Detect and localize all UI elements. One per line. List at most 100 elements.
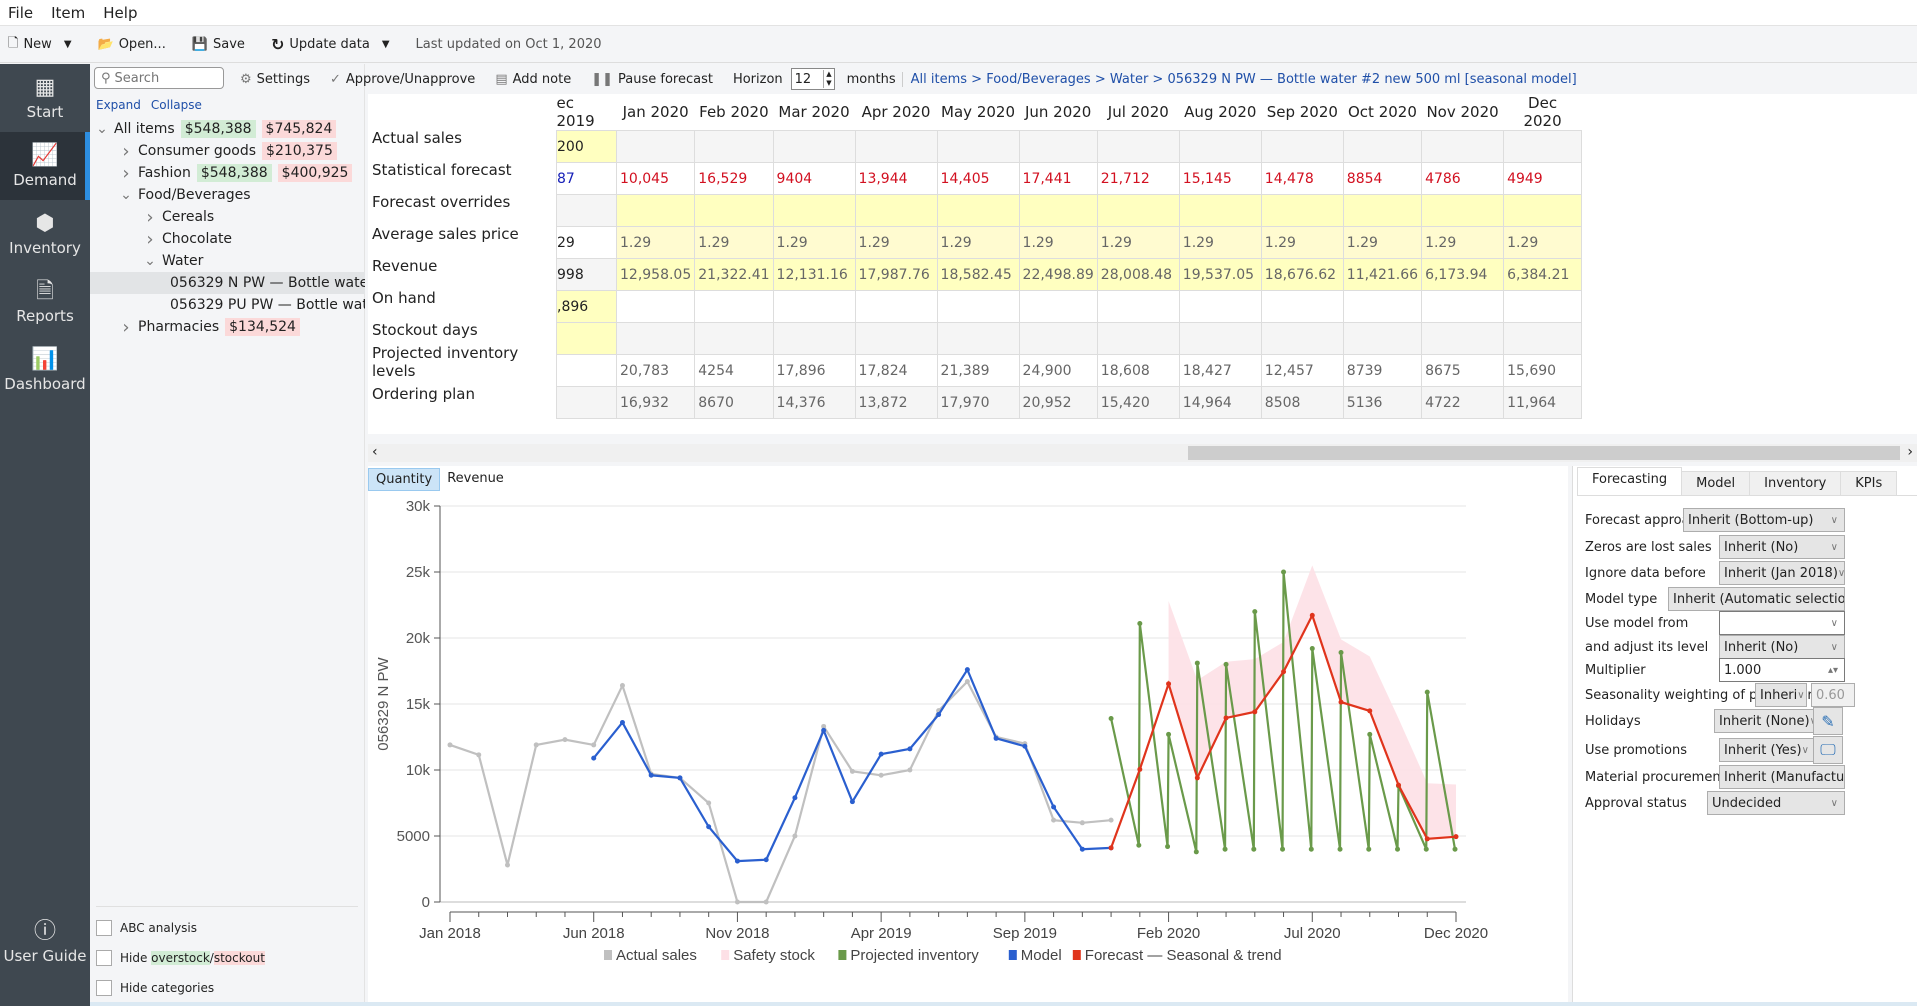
approve-button[interactable]: ✓ Approve/Unapprove <box>330 72 475 87</box>
table-cell[interactable]: 5136 <box>1342 386 1423 419</box>
tree-row[interactable]: › Pharmacies $134,524 <box>90 316 365 338</box>
table-cell[interactable]: 1.29 <box>936 226 1020 259</box>
table-cell[interactable] <box>854 322 938 355</box>
table-cell[interactable] <box>1178 322 1262 355</box>
chevron-down-icon[interactable]: ∨ <box>1831 618 1844 629</box>
table-cell[interactable] <box>694 130 774 163</box>
promotions-button[interactable]: 🖵 <box>1813 736 1843 764</box>
table-cell[interactable]: 13,944 <box>854 162 938 195</box>
checkbox[interactable] <box>96 980 112 996</box>
setting-dropdown[interactable]: Inherit (Automatic selection)∨ <box>1668 587 1845 611</box>
search-box[interactable]: ⚲ <box>94 67 224 89</box>
table-cell[interactable]: 4254 <box>694 354 774 387</box>
table-cell[interactable]: 1.29 <box>694 226 774 259</box>
setting-dropdown[interactable]: Inherit (Yes) ∨ <box>1719 738 1815 762</box>
table-cell[interactable] <box>1178 290 1262 323</box>
setting-dropdown[interactable]: Inherit (No) ∨ <box>1719 635 1845 659</box>
hide-overstock-stockout-checkbox[interactable]: Hide overstock/stockout <box>96 943 358 973</box>
setting-dropdown[interactable]: Inheri ∨ <box>1755 683 1807 707</box>
nav-dashboard[interactable]: 📊 Dashboard <box>0 336 90 404</box>
tab-model[interactable]: Model <box>1681 471 1751 495</box>
table-cell[interactable] <box>772 194 856 227</box>
table-cell[interactable] <box>1178 194 1262 227</box>
table-cell[interactable] <box>694 194 774 227</box>
table-cell[interactable]: 6,384.21 <box>1503 258 1583 291</box>
edit-holidays-button[interactable]: ✎ <box>1813 707 1843 735</box>
chevron-down-icon[interactable]: ∨ <box>1831 515 1844 526</box>
table-cell[interactable]: 14,405 <box>936 162 1020 195</box>
table-cell[interactable] <box>1503 290 1583 323</box>
table-cell[interactable]: 12,131.16 <box>772 258 856 291</box>
new-button[interactable]: 🗋 New <box>8 34 52 56</box>
tab-inventory[interactable]: Inventory <box>1749 471 1842 495</box>
horizon-spinner[interactable]: 12 ▲ ▼ <box>790 68 835 90</box>
update-data-button[interactable]: ↻ Update data <box>271 35 370 54</box>
table-cell[interactable] <box>1421 290 1505 323</box>
chevron-right-icon[interactable]: › <box>142 207 158 228</box>
seasonality-weight-input[interactable]: 0.60 <box>1811 683 1855 707</box>
table-cell[interactable] <box>1096 290 1180 323</box>
chevron-right-icon[interactable]: › <box>118 141 134 162</box>
table-cell[interactable]: 15,420 <box>1096 386 1180 419</box>
open-button[interactable]: 📂 Open... <box>98 37 166 52</box>
chevron-down-icon[interactable]: ∨ <box>1797 690 1806 701</box>
breadcrumb-item[interactable]: Food/Beverages <box>986 72 1091 87</box>
menu-item[interactable]: Item <box>51 4 85 22</box>
search-input[interactable] <box>114 70 215 86</box>
nav-reports[interactable]: 🗎 Reports <box>0 268 90 336</box>
table-cell[interactable]: 8670 <box>694 386 774 419</box>
table-cell[interactable]: 11,421.66 <box>1342 258 1423 291</box>
table-cell[interactable] <box>1342 290 1423 323</box>
breadcrumb-item[interactable]: Water <box>1110 72 1148 87</box>
table-cell[interactable] <box>936 290 1020 323</box>
table-cell[interactable]: 1.29 <box>1096 226 1180 259</box>
multiplier-input[interactable]: 1.000 ▴▾ <box>1719 658 1845 682</box>
tab-kpis[interactable]: KPIs <box>1840 471 1898 495</box>
update-dropdown-icon[interactable]: ▼ <box>382 39 390 50</box>
setting-dropdown[interactable]: Undecided ∨ <box>1707 791 1845 815</box>
table-cell[interactable] <box>1260 130 1344 163</box>
setting-dropdown[interactable]: Inherit (Manufacture)∨ <box>1719 765 1845 789</box>
hide-categories-checkbox[interactable]: Hide categories <box>96 973 358 1003</box>
table-cell[interactable] <box>1178 130 1262 163</box>
setting-dropdown[interactable]: ∨ <box>1719 611 1845 635</box>
tree-row[interactable]: › Consumer goods $210,375 <box>90 140 365 162</box>
table-cell[interactable]: 1.29 <box>615 226 696 259</box>
nav-start[interactable]: ▦ Start <box>0 64 90 132</box>
table-cell[interactable]: 28,008.48 <box>1096 258 1180 291</box>
table-cell[interactable]: 1.29 <box>1018 226 1098 259</box>
table-cell[interactable]: 14,478 <box>1260 162 1344 195</box>
table-cell[interactable]: 998 <box>556 258 617 291</box>
table-cell[interactable] <box>615 130 696 163</box>
table-cell[interactable] <box>1260 322 1344 355</box>
table-cell[interactable]: 1.29 <box>854 226 938 259</box>
table-cell[interactable]: 1.29 <box>1342 226 1423 259</box>
table-cell[interactable] <box>1421 322 1505 355</box>
table-cell[interactable]: 8854 <box>1342 162 1423 195</box>
expand-link[interactable]: Expand <box>96 98 141 112</box>
table-cell[interactable]: 12,958.05 <box>615 258 696 291</box>
table-cell[interactable] <box>615 290 696 323</box>
setting-dropdown[interactable]: Inherit (No) ∨ <box>1719 535 1845 559</box>
table-cell[interactable]: 11,964 <box>1503 386 1583 419</box>
chevron-down-icon[interactable]: ∨ <box>1831 642 1844 653</box>
table-cell[interactable] <box>772 130 856 163</box>
table-cell[interactable] <box>694 290 774 323</box>
table-cell[interactable] <box>1096 194 1180 227</box>
new-dropdown-icon[interactable]: ▼ <box>64 39 72 50</box>
table-cell[interactable]: 14,964 <box>1178 386 1262 419</box>
chevron-right-icon[interactable]: › <box>118 317 134 338</box>
table-cell[interactable]: 24,900 <box>1018 354 1098 387</box>
table-cell[interactable]: 17,970 <box>936 386 1020 419</box>
menu-file[interactable]: File <box>8 4 33 22</box>
breadcrumb-item[interactable]: All items <box>911 72 967 87</box>
settings-button[interactable]: ⚙ Settings <box>240 72 310 87</box>
breadcrumb-item[interactable]: 056329 N PW — Bottle water #2 new 500 ml… <box>1167 72 1576 87</box>
table-cell[interactable] <box>1421 194 1505 227</box>
chevron-down-icon[interactable]: ∨ <box>1831 798 1844 809</box>
table-cell[interactable] <box>936 194 1020 227</box>
chevron-down-icon[interactable]: ⌄ <box>94 121 110 137</box>
table-cell[interactable] <box>556 354 617 387</box>
horizon-value[interactable]: 12 <box>795 72 812 87</box>
scroll-thumb[interactable] <box>1188 446 1900 460</box>
